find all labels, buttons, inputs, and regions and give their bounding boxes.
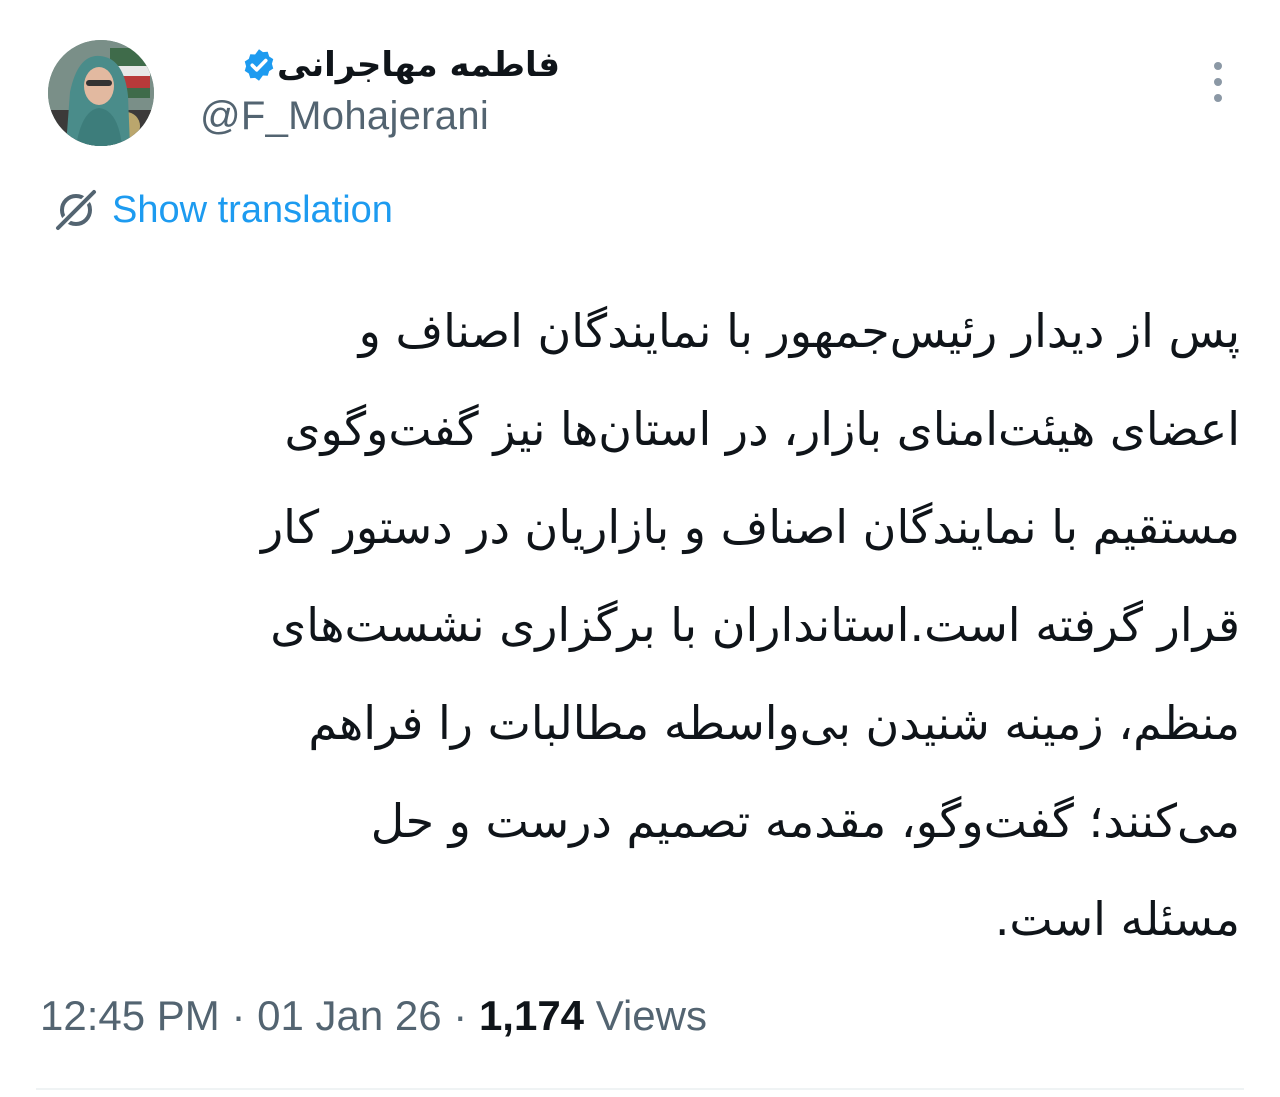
verified-badge-icon <box>244 49 274 81</box>
dot-icon <box>1214 78 1222 86</box>
divider <box>36 1088 1244 1090</box>
tweet-line: مستقیم با نمایندگان اصناف و بازاریان در … <box>260 500 1240 554</box>
meta-separator: · <box>441 992 479 1039</box>
tweet-line: مسئله است. <box>994 892 1240 946</box>
tweet-date[interactable]: 01 Jan 26 <box>257 992 442 1039</box>
name-row: فاطمه مهاجرانی <box>200 40 560 90</box>
avatar[interactable] <box>48 40 154 146</box>
meta-separator: · <box>219 992 258 1039</box>
tweet-meta: 12:45 PM · 01 Jan 26 · 1,174 Views <box>40 992 707 1040</box>
tweet-line: اعضای هیئت‌امنای بازار، در استان‌ها نیز … <box>284 402 1240 456</box>
translate-icon <box>54 188 98 232</box>
show-translation-label: Show translation <box>112 188 393 231</box>
tweet-line: می‌کنند؛ گفت‌وگو، مقدمه تصمیم درست و حل <box>370 794 1240 848</box>
author-block[interactable]: فاطمه مهاجرانی @F_Mohajerani <box>200 40 560 139</box>
user-handle[interactable]: @F_Mohajerani <box>200 94 560 139</box>
profile-photo-icon <box>48 40 154 146</box>
dot-icon <box>1214 62 1222 70</box>
tweet-line: قرار گرفته است.استانداران با برگزاری نشس… <box>270 598 1240 652</box>
tweet-line: منظم، زمینه شنیدن بی‌واسطه مطالبات را فر… <box>308 696 1240 750</box>
dot-icon <box>1214 94 1222 102</box>
display-name[interactable]: فاطمه مهاجرانی <box>277 45 560 85</box>
tweet-time[interactable]: 12:45 PM <box>40 992 220 1039</box>
views-label: Views <box>584 992 707 1039</box>
more-options-button[interactable] <box>1198 58 1238 106</box>
tweet-line: پس از دیدار رئیس‌جمهور با نمایندگان اصنا… <box>358 304 1240 358</box>
tweet-text: پس از دیدار رئیس‌جمهور با نمایندگان اصنا… <box>40 282 1240 968</box>
show-translation-button[interactable]: Show translation <box>52 186 393 234</box>
views-count[interactable]: 1,174 <box>479 992 584 1039</box>
